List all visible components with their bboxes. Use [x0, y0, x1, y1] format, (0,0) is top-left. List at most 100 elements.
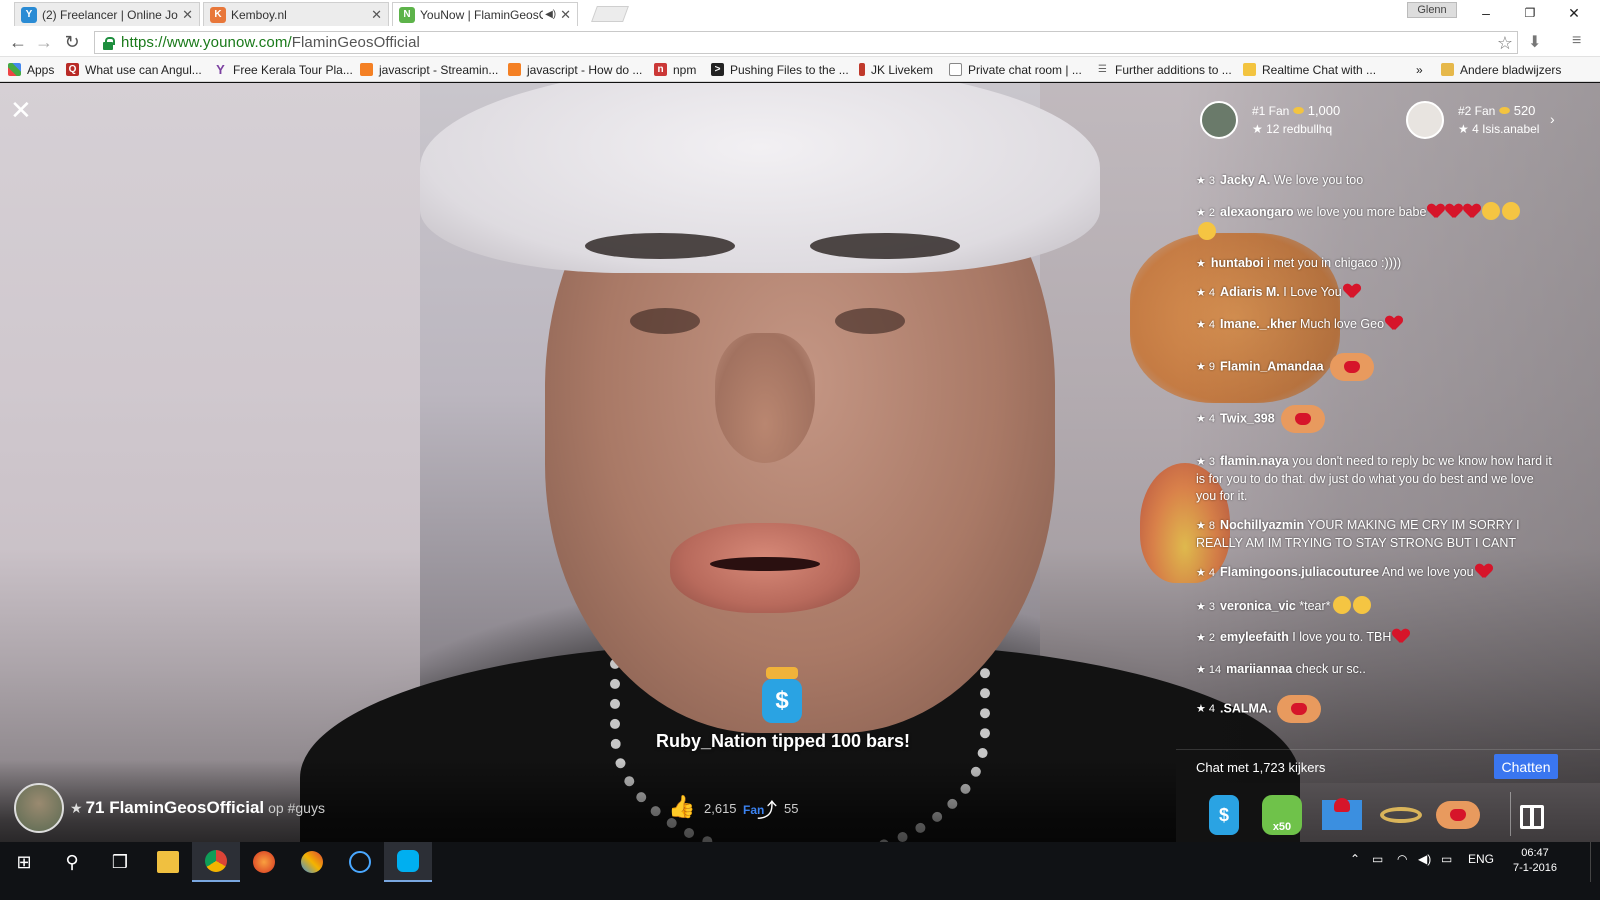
bookmarks-bar: Apps Q What use can Angul... Y Free Kerala… [0, 57, 1600, 82]
close-tab-icon[interactable]: ✕ [371, 7, 382, 23]
broadcaster-tag[interactable]: op #guys [268, 800, 325, 816]
profile-button[interactable]: Glenn [1407, 2, 1457, 18]
back-button[interactable]: ← [6, 31, 30, 53]
tab-freelancer[interactable]: Y (2) Freelancer | Online Job ✕ [14, 2, 200, 26]
bookmark-item[interactable]: n npm [654, 61, 696, 78]
like-icon[interactable]: 👍 [668, 794, 695, 820]
top-fan-2[interactable]: #2 Fan ⬬ 520 ★ 4 Isis.anabel [1406, 95, 1596, 151]
viewer-count: Chat met 1,723 kijkers [1196, 760, 1326, 775]
freelancer-icon: Y [21, 6, 37, 23]
menu-icon[interactable]: ≡ [1572, 32, 1581, 50]
apps-grid-icon [8, 63, 21, 76]
heart-emoji-icon [1393, 629, 1409, 643]
language-indicator[interactable]: ENG [1468, 852, 1494, 866]
share-icon[interactable]: ⤴ [757, 794, 777, 823]
tab-kemboy[interactable]: K Kemboy.nl ✕ [203, 2, 389, 26]
download-extension-icon[interactable]: ⬇ [1528, 32, 1541, 52]
bookmark-item[interactable]: > Pushing Files to the ... [711, 61, 849, 78]
bookmark-item[interactable]: Realtime Chat with ... [1243, 61, 1376, 78]
heart-hands-emoji-icon [1329, 353, 1374, 381]
toolbar: ← → ↻ https://www.younow.com/FlaminGeosO… [0, 28, 1600, 57]
bookmark-item[interactable]: Y Free Kerala Tour Pla... [214, 61, 353, 78]
skype-icon[interactable] [384, 842, 432, 882]
thumbs-up-gift[interactable]: x50 [1260, 793, 1304, 837]
url-text: https://www.younow.com/FlaminGeosOfficia… [121, 34, 420, 51]
bookmark-item[interactable]: JK Livekem [859, 61, 933, 78]
chrome-icon[interactable] [192, 842, 240, 882]
kiss-emoji-icon [1502, 202, 1521, 220]
volume-icon[interactable]: ◀) [1418, 852, 1431, 866]
heart-hands-gift[interactable] [1436, 793, 1480, 837]
bookmark-item[interactable]: javascript - Streamin... [360, 61, 498, 78]
bookmark-star-icon[interactable]: ☆ [1497, 32, 1513, 54]
chat-message: ★ huntaboi i met you in chigaco :)))) [1196, 256, 1402, 270]
show-hidden-icons-icon[interactable]: ⌃ [1350, 852, 1360, 866]
close-tab-icon[interactable]: ✕ [560, 7, 571, 23]
gift-divider [1510, 792, 1511, 836]
broadcaster-name[interactable]: 71 FlaminGeosOfficial [86, 798, 265, 817]
show-desktop-button[interactable] [1590, 842, 1596, 882]
avatar[interactable] [1406, 101, 1444, 139]
chat-message: ★ 4 Flamingoons.juliacouturee And we love… [1196, 564, 1554, 582]
minimize-button[interactable]: – [1464, 2, 1508, 24]
chat-message: ★ 14 mariiannaa check ur sc.. [1196, 662, 1366, 676]
close-tab-icon[interactable]: ✕ [182, 7, 193, 23]
close-stream-button[interactable]: ✕ [10, 95, 32, 126]
bookmark-item[interactable]: ☰ Further additions to ... [1096, 61, 1232, 78]
task-view-icon[interactable]: ❒ [96, 842, 144, 882]
firefox-icon[interactable] [240, 842, 288, 882]
video-person-nose [715, 333, 815, 463]
chat-message: ★ 4 Imane._.kher Much love Geo [1196, 316, 1554, 334]
notifications-icon[interactable]: ▭ [1441, 852, 1452, 866]
chat-message: ★ 4 Adiaris M. I Love You [1196, 284, 1554, 302]
system-clock[interactable]: 06:47 7-1-2016 [1505, 846, 1565, 876]
file-explorer-icon[interactable] [144, 842, 192, 882]
bookmark-item[interactable]: Private chat room | ... [949, 61, 1082, 78]
bookmark-apps[interactable]: Apps [8, 61, 54, 78]
windows-start-icon[interactable]: ⊞ [0, 842, 48, 882]
video-person-eye [630, 308, 700, 334]
wifi-icon[interactable]: ◠ [1397, 852, 1407, 866]
taskbar: ⊞ ⚲ ❒ ⌃ ▭ ◠ ◀) ▭ ENG 06:47 7-1-2016 [0, 842, 1600, 900]
love-letter-gift[interactable] [1320, 793, 1364, 837]
video-person-brow [810, 233, 960, 259]
chat-message: ★ 8 Nochillyazmin YOUR MAKING ME CRY IM S… [1196, 518, 1520, 550]
tab-younow[interactable]: N YouNow | FlaminGeosO ◀) ✕ [392, 2, 578, 26]
chat-message: ★ 4 .SALMA. [1196, 695, 1554, 723]
bars-icon: ⬬ [1498, 103, 1511, 118]
audio-playing-icon[interactable]: ◀) [545, 9, 556, 20]
address-bar[interactable]: https://www.younow.com/FlaminGeosOfficia… [94, 31, 1518, 54]
chat-message: ★ 2 emyleefaith I love you to. TBH [1196, 629, 1554, 647]
avatar[interactable] [1200, 101, 1238, 139]
new-tab-button[interactable] [591, 6, 629, 22]
crying-emoji-icon [1352, 596, 1371, 614]
forward-button[interactable]: → [32, 31, 56, 53]
bookmarks-overflow-button[interactable]: » [1416, 61, 1423, 78]
battery-icon[interactable]: ▭ [1372, 852, 1383, 866]
video-person-brow [585, 233, 735, 259]
bookmark-item[interactable]: javascript - How do ... [508, 61, 642, 78]
other-bookmarks-folder[interactable]: Andere bladwijzers [1441, 61, 1561, 78]
crying-emoji-icon [1332, 596, 1351, 614]
close-window-button[interactable]: ✕ [1552, 2, 1596, 24]
paint-icon[interactable] [288, 842, 336, 882]
broadcaster-avatar[interactable] [14, 783, 64, 833]
tip-jar-gift[interactable]: $ [1202, 793, 1246, 837]
chat-button[interactable]: Chatten [1494, 754, 1558, 779]
secure-lock-icon[interactable] [101, 36, 115, 50]
top-fan-1[interactable]: #1 Fan ⬬ 1,000 ★ 12 redbullhq [1200, 95, 1400, 151]
bookmark-item[interactable]: Q What use can Angul... [66, 61, 202, 78]
search-icon[interactable]: ⚲ [48, 842, 96, 882]
media-player-icon[interactable] [336, 842, 384, 882]
next-fans-chevron-icon[interactable]: › [1550, 111, 1555, 127]
chat-message: ★ 3 veronica_vic *tear* [1196, 596, 1554, 616]
maximize-button[interactable]: ❐ [1508, 2, 1552, 24]
browser-window: Y (2) Freelancer | Online Job ✕ K Kemboy… [0, 0, 1600, 900]
reload-button[interactable]: ↻ [60, 31, 84, 53]
more-gifts-icon[interactable] [1520, 805, 1544, 829]
chat-message: ★ 2 alexaongaro we love you more babe [1196, 202, 1554, 241]
jk-icon [859, 63, 865, 76]
ring-gift[interactable] [1379, 793, 1423, 837]
quora-icon: Q [66, 63, 79, 76]
heart-emoji-icon [1464, 204, 1480, 218]
